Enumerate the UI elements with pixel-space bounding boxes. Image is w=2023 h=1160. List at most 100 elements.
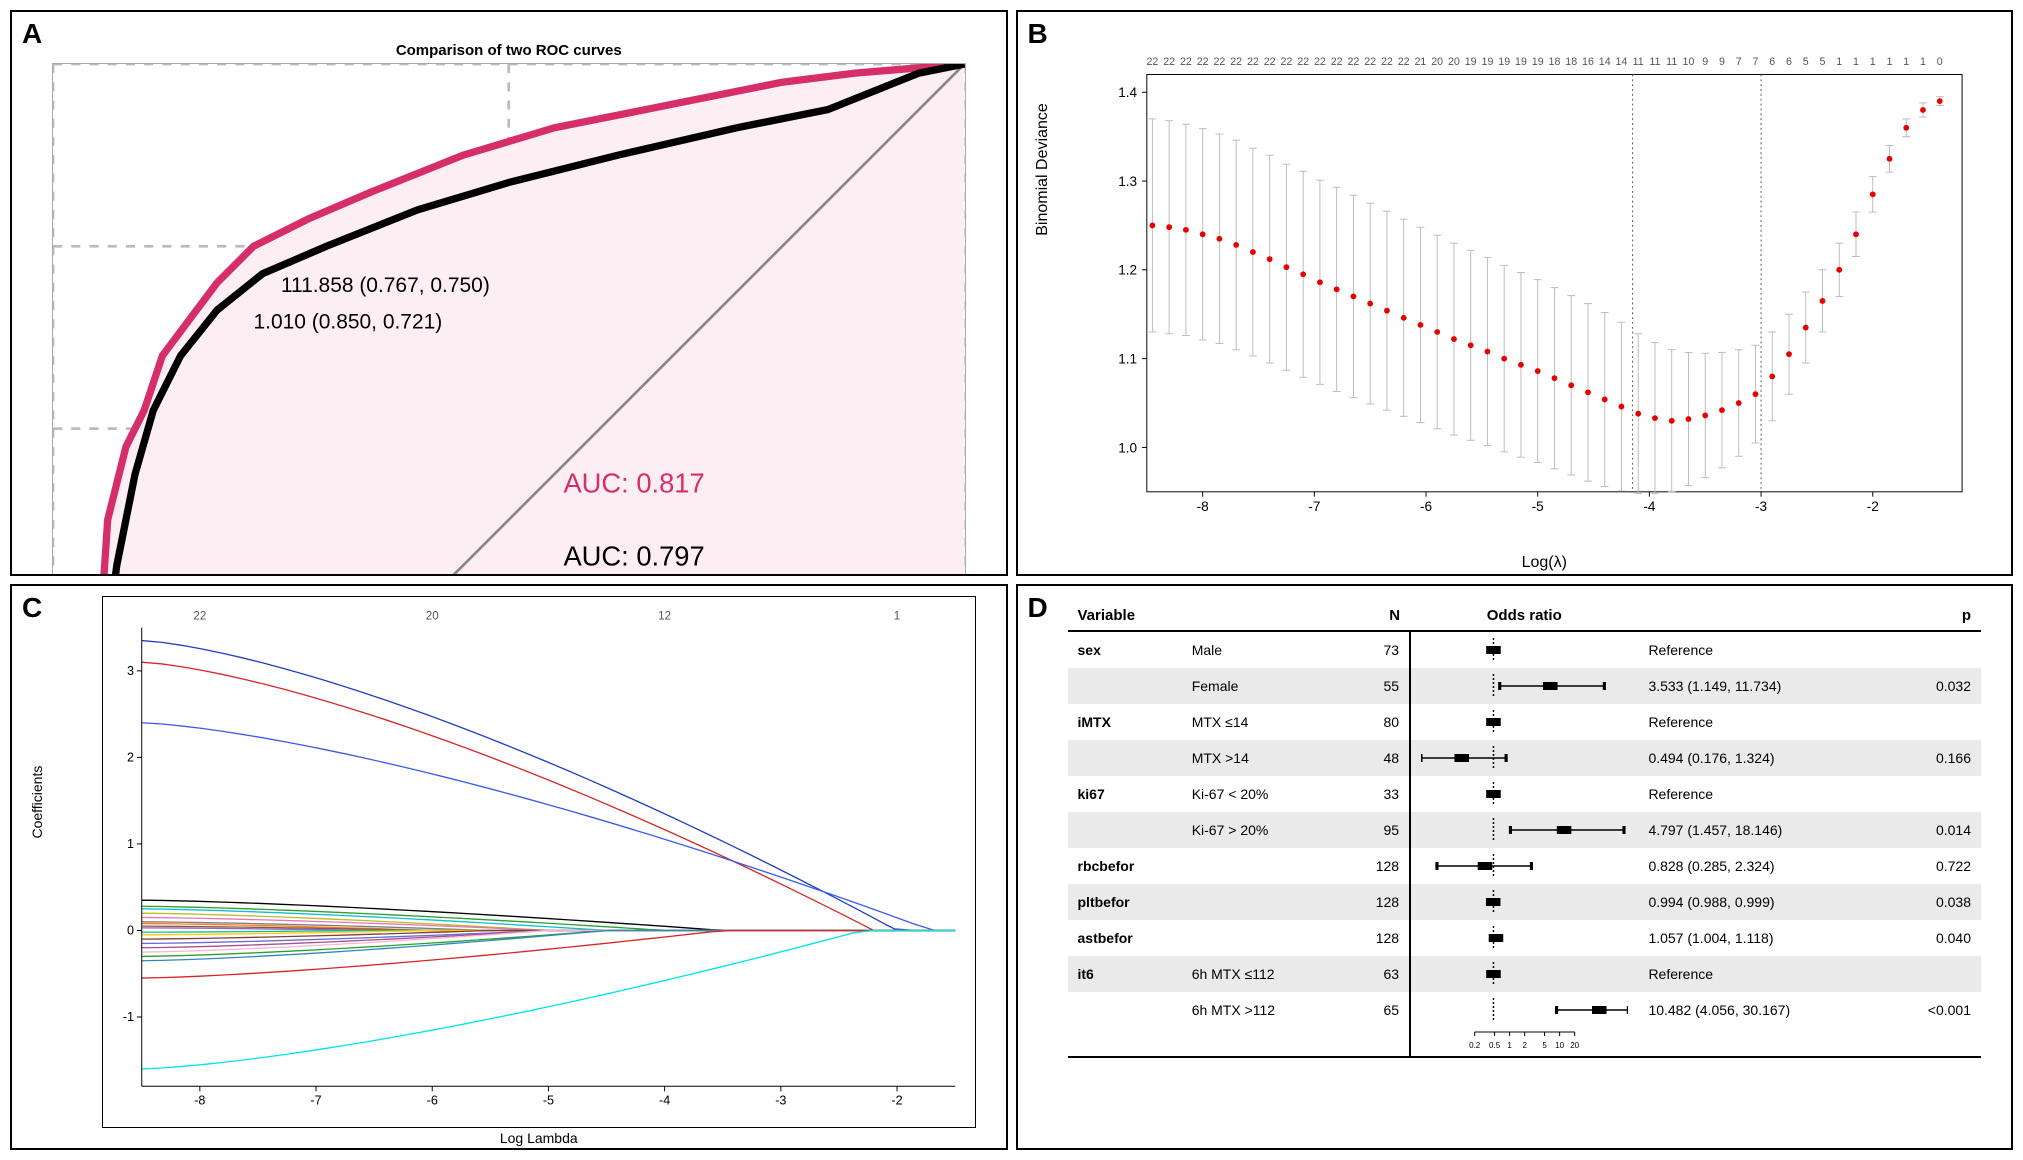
svg-text:0.5: 0.5	[1489, 1041, 1501, 1050]
svg-text:22: 22	[1230, 56, 1242, 68]
svg-text:22: 22	[1163, 56, 1175, 68]
svg-text:22: 22	[1381, 56, 1393, 68]
ci-cell: 3.533 (1.149, 11.734)	[1638, 668, 1889, 704]
svg-text:-4: -4	[659, 1092, 670, 1107]
svg-text:6: 6	[1786, 56, 1792, 68]
table-row: it66h MTX ≤11263Reference	[1068, 956, 1982, 992]
svg-text:10: 10	[1555, 1041, 1564, 1050]
ci-cell: Reference	[1638, 704, 1889, 740]
n-cell: 80	[1353, 704, 1410, 740]
n-cell: 73	[1353, 631, 1410, 668]
var-cell: it6	[1068, 956, 1182, 992]
svg-text:3: 3	[127, 663, 134, 678]
n-cell: 63	[1353, 956, 1410, 992]
p-cell: 0.032	[1890, 668, 1981, 704]
ci-cell: 0.494 (0.176, 1.324)	[1638, 740, 1889, 776]
panel-b-label: B	[1028, 18, 1048, 50]
svg-text:22: 22	[1347, 56, 1359, 68]
panel-b-cv: B Binomial Deviance 1.01.11.21.31.4-8-7-…	[1016, 10, 2014, 576]
coef-xlabel: Log Lambda	[102, 1130, 976, 1146]
svg-text:1: 1	[894, 608, 901, 622]
level-cell	[1182, 884, 1353, 920]
svg-text:1: 1	[1886, 56, 1892, 68]
svg-text:-1: -1	[123, 1009, 134, 1024]
roc-title: Comparison of two ROC curves	[52, 42, 966, 59]
level-cell: Male	[1182, 631, 1353, 668]
th-or: Odds ratio	[1410, 601, 1638, 631]
ci-cell: 10.482 (4.056, 30.167)	[1638, 992, 1889, 1028]
p-cell: 0.014	[1890, 812, 1981, 848]
p-cell	[1890, 776, 1981, 812]
svg-text:22: 22	[1364, 56, 1376, 68]
p-cell: 0.722	[1890, 848, 1981, 884]
table-row: Ki-67 > 20%954.797 (1.457, 18.146)0.014	[1068, 812, 1982, 848]
n-cell: 128	[1353, 884, 1410, 920]
table-row: iMTXMTX ≤1480Reference	[1068, 704, 1982, 740]
cv-chart: 1.01.11.21.31.4-8-7-6-5-4-3-222222222222…	[1108, 22, 1982, 554]
svg-text:22: 22	[1179, 56, 1191, 68]
svg-text:-3: -3	[1755, 499, 1767, 514]
svg-text:1.0: 1.0	[1118, 440, 1137, 455]
level-cell: Female	[1182, 668, 1353, 704]
svg-text:22: 22	[1246, 56, 1258, 68]
th-variable: Variable	[1068, 601, 1182, 631]
forest-plot-cell	[1410, 812, 1638, 848]
svg-text:-8: -8	[1196, 499, 1208, 514]
svg-text:19: 19	[1481, 56, 1493, 68]
svg-text:22: 22	[1297, 56, 1309, 68]
svg-text:7: 7	[1735, 56, 1741, 68]
forest-plot-cell	[1410, 631, 1638, 668]
svg-text:-4: -4	[1643, 499, 1656, 514]
panel-a-roc: A Comparison of two ROC curves Sensitivi…	[10, 10, 1008, 576]
svg-text:9: 9	[1702, 56, 1708, 68]
svg-text:-6: -6	[427, 1092, 438, 1107]
svg-text:22: 22	[1146, 56, 1158, 68]
svg-text:-8: -8	[194, 1092, 205, 1107]
svg-text:16: 16	[1582, 56, 1594, 68]
svg-text:1: 1	[1507, 1041, 1512, 1050]
table-row: MTX >14480.494 (0.176, 1.324)0.166	[1068, 740, 1982, 776]
svg-text:22: 22	[1313, 56, 1325, 68]
svg-text:19: 19	[1464, 56, 1476, 68]
p-cell	[1890, 956, 1981, 992]
svg-text:-7: -7	[1308, 499, 1320, 514]
svg-text:5: 5	[1542, 1041, 1547, 1050]
ci-cell: 1.057 (1.004, 1.118)	[1638, 920, 1889, 956]
svg-text:22: 22	[1263, 56, 1275, 68]
table-row: pltbefor1280.994 (0.988, 0.999)0.038	[1068, 884, 1982, 920]
panel-c-coef: C Coefficients -8-7-6-5-4-3-2-1012322201…	[10, 584, 1008, 1150]
svg-text:22: 22	[1397, 56, 1409, 68]
svg-text:-5: -5	[1531, 499, 1543, 514]
svg-text:1.4: 1.4	[1118, 85, 1137, 100]
n-cell: 128	[1353, 920, 1410, 956]
p-cell: <0.001	[1890, 992, 1981, 1028]
svg-text:1.1: 1.1	[1118, 351, 1137, 366]
svg-text:-3: -3	[775, 1092, 786, 1107]
svg-text:7: 7	[1752, 56, 1758, 68]
level-cell: 6h MTX >112	[1182, 992, 1353, 1028]
svg-text:1: 1	[1853, 56, 1859, 68]
var-cell	[1068, 740, 1182, 776]
forest-plot-cell	[1410, 956, 1638, 992]
svg-text:22: 22	[1213, 56, 1225, 68]
table-row: ki67Ki-67 < 20%33Reference	[1068, 776, 1982, 812]
level-cell: Ki-67 < 20%	[1182, 776, 1353, 812]
panel-d-forest: D Variable N Odds ratio p sexMale73Refer…	[1016, 584, 2014, 1150]
svg-text:-2: -2	[1866, 499, 1878, 514]
forest-plot-cell	[1410, 920, 1638, 956]
level-cell: MTX ≤14	[1182, 704, 1353, 740]
svg-text:0: 0	[127, 922, 134, 937]
var-cell: astbefor	[1068, 920, 1182, 956]
panel-d-label: D	[1028, 592, 1048, 624]
ci-cell: 4.797 (1.457, 18.146)	[1638, 812, 1889, 848]
svg-text:22: 22	[1196, 56, 1208, 68]
svg-text:1: 1	[127, 836, 134, 851]
svg-text:2: 2	[127, 749, 134, 764]
svg-text:-7: -7	[310, 1092, 321, 1107]
n-cell: 128	[1353, 848, 1410, 884]
forest-plot-cell	[1410, 884, 1638, 920]
svg-text:1: 1	[1920, 56, 1926, 68]
svg-text:5: 5	[1819, 56, 1825, 68]
forest-plot-cell	[1410, 776, 1638, 812]
table-row: astbefor1281.057 (1.004, 1.118)0.040	[1068, 920, 1982, 956]
